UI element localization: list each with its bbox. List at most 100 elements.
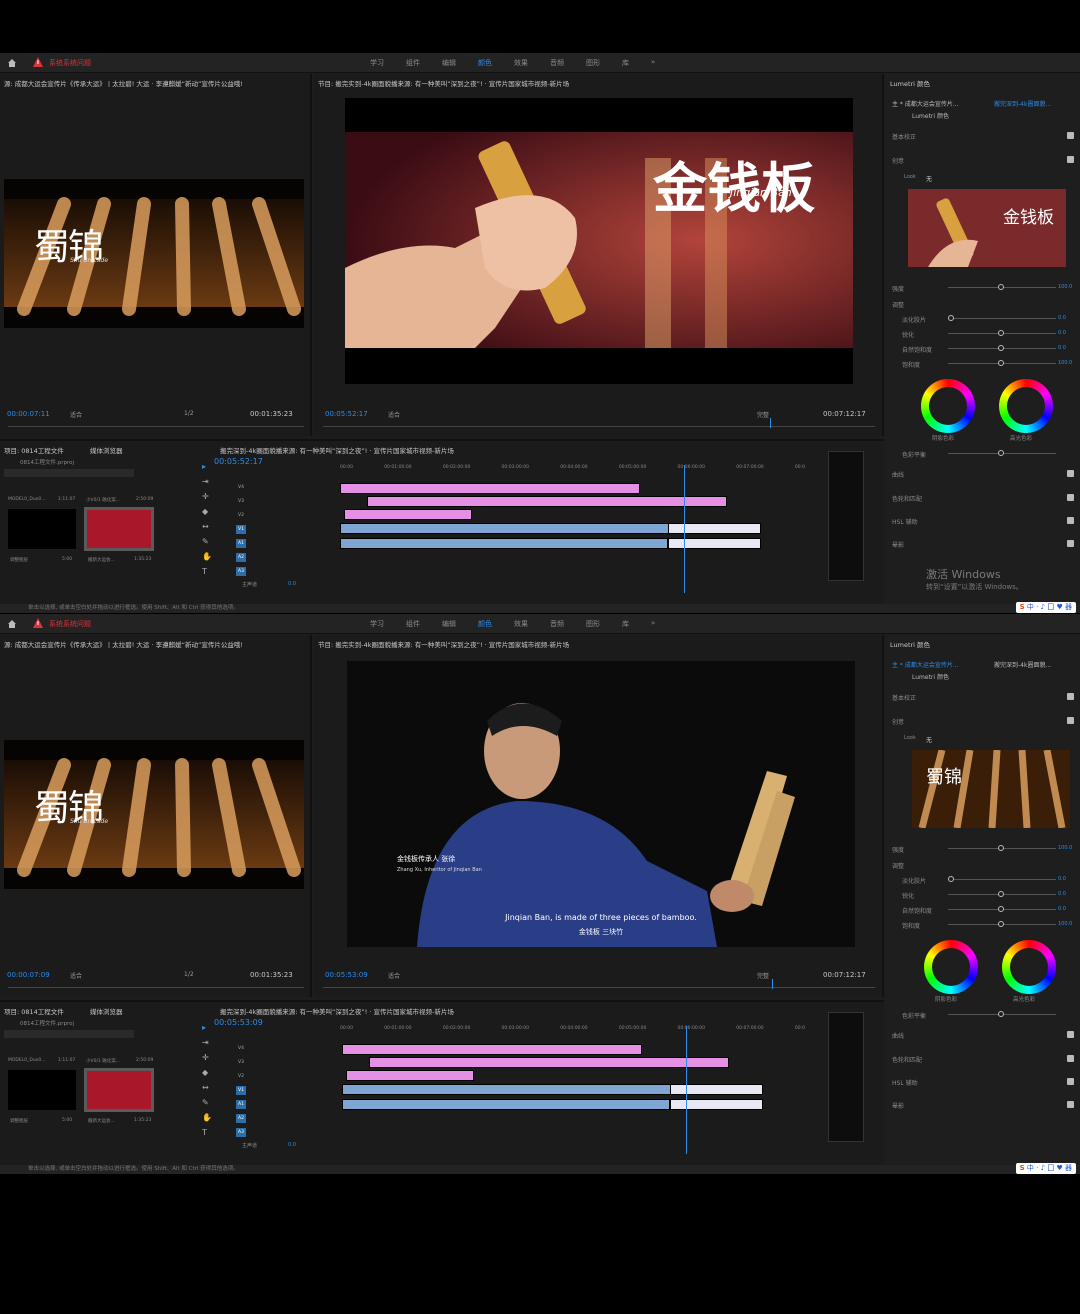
adj-slider-0[interactable] <box>948 315 1056 321</box>
select-tool-icon[interactable]: ▸ <box>202 1020 212 1035</box>
track-v3[interactable]: V3 <box>236 497 246 506</box>
adj-slider-3[interactable] <box>948 360 1056 366</box>
curves-checkbox[interactable] <box>1067 1031 1074 1038</box>
intensity-value[interactable]: 100.0 <box>1058 284 1072 290</box>
master-value[interactable]: 0.0 <box>288 1142 296 1148</box>
more-workspaces-icon[interactable]: » <box>651 619 655 629</box>
track-v2[interactable]: V2 <box>236 511 246 520</box>
track-select-icon[interactable]: ⇥ <box>202 474 212 489</box>
program-fit-select[interactable]: 适合 <box>388 971 400 980</box>
tab-color[interactable]: 颜色 <box>478 58 492 68</box>
program-quality-select[interactable]: 完整 <box>757 971 769 980</box>
creative-header[interactable]: 创意 <box>892 156 904 165</box>
adj-slider-1[interactable] <box>948 330 1056 336</box>
curves-header[interactable]: 曲线 <box>892 1031 904 1040</box>
program-scrubber[interactable] <box>323 419 875 427</box>
pen-tool-icon[interactable]: ✎ <box>202 1095 212 1110</box>
hsl-header[interactable]: HSL 辅助 <box>892 1078 918 1087</box>
tab-graphics[interactable]: 图形 <box>586 619 600 629</box>
project-item-1[interactable]: MODEL0_Duo0... <box>8 1058 46 1063</box>
adj-slider-0[interactable] <box>948 876 1056 882</box>
project-item-2[interactable]: 小V0/1 融化案... <box>86 497 120 503</box>
tab-audio[interactable]: 音频 <box>550 619 564 629</box>
media-browser-tab[interactable]: 媒体浏览器 <box>90 1006 123 1016</box>
program-playhead[interactable] <box>772 979 773 989</box>
razor-tool-icon[interactable]: ◆ <box>202 1065 212 1080</box>
adj-value-0[interactable]: 0.0 <box>1058 876 1066 882</box>
timeline-timecode[interactable]: 00:05:53:09 <box>214 1018 263 1027</box>
system-alert-text[interactable]: 系统系统问题 <box>49 619 91 629</box>
timeline-ruler[interactable]: 00:00 00:01:00:00 00:02:00:00 00:03:00:00 00… <box>340 1026 805 1034</box>
tab-assembly[interactable]: 组件 <box>406 58 420 68</box>
source-scrubber[interactable] <box>8 980 304 988</box>
timeline-timecode[interactable]: 00:05:52:17 <box>214 457 263 466</box>
adj-value-3[interactable]: 100.0 <box>1058 921 1072 927</box>
lumetri-effect-select[interactable]: Lumetri 颜色 <box>912 111 949 120</box>
track-v1[interactable]: V1 <box>236 525 246 534</box>
balance-slider[interactable] <box>948 1011 1056 1017</box>
tab-assembly[interactable]: 组件 <box>406 619 420 629</box>
track-a1[interactable]: A1 <box>236 1100 246 1109</box>
tab-color[interactable]: 颜色 <box>478 619 492 629</box>
curves-header[interactable]: 曲线 <box>892 470 904 479</box>
timeline-title[interactable]: 搬完深到-4k圈面貌播来源: 有一种美叫“深到之夜”! · 宣传片国家城市视频-… <box>220 445 810 455</box>
creative-header[interactable]: 创意 <box>892 717 904 726</box>
warning-icon[interactable] <box>33 57 43 67</box>
adj-slider-2[interactable] <box>948 906 1056 912</box>
basic-correction-checkbox[interactable] <box>1067 693 1074 700</box>
color-match-header[interactable]: 色轮和匹配 <box>892 1055 922 1064</box>
ripple-edit-icon[interactable]: ✛ <box>202 489 212 504</box>
timeline-ruler[interactable]: 00:00 00:01:00:00 00:02:00:00 00:03:00:00 00… <box>340 465 805 473</box>
highlight-tint-wheel[interactable] <box>999 379 1053 433</box>
clip-v4[interactable] <box>340 483 640 494</box>
program-timecode[interactable]: 00:05:52:17 <box>325 410 368 418</box>
master-track[interactable]: 主声道 <box>242 1142 257 1149</box>
look-select[interactable]: 无 <box>926 174 932 183</box>
lumetri-title[interactable]: Lumetri 颜色 <box>890 639 930 649</box>
balance-slider[interactable] <box>948 450 1056 456</box>
lumetri-master-clip[interactable]: 主 * 成都大运会宣传片... <box>892 660 959 669</box>
system-alert-text[interactable]: 系统系统问题 <box>49 58 91 68</box>
hand-tool-icon[interactable]: ✋ <box>202 1110 212 1125</box>
clip-v1-selected[interactable] <box>668 523 761 534</box>
vignette-header[interactable]: 晕影 <box>892 540 904 549</box>
adjustment-layer-thumb[interactable] <box>8 509 76 549</box>
project-search-input[interactable] <box>4 1030 134 1038</box>
sequence-thumb[interactable] <box>84 1068 154 1112</box>
track-v4[interactable]: V4 <box>236 1044 246 1053</box>
slip-tool-icon[interactable]: ↔ <box>202 1080 212 1095</box>
tab-edit[interactable]: 编辑 <box>442 619 456 629</box>
tab-learn[interactable]: 学习 <box>370 619 384 629</box>
project-search-input[interactable] <box>4 469 134 477</box>
razor-tool-icon[interactable]: ◆ <box>202 504 212 519</box>
project-title[interactable]: 项目: 0814工程文件 <box>4 1006 64 1016</box>
sequence-thumb[interactable] <box>84 507 154 551</box>
adj-value-1[interactable]: 0.0 <box>1058 330 1066 336</box>
adj-slider-3[interactable] <box>948 921 1056 927</box>
project-item-1[interactable]: MODEL0_Duo0... <box>8 497 46 502</box>
timeline-playhead[interactable] <box>684 465 685 593</box>
lumetri-master-clip[interactable]: 主 * 成都大运会宣传片... <box>892 99 959 108</box>
color-match-checkbox[interactable] <box>1067 494 1074 501</box>
lumetri-sequence-clip[interactable]: 搬完深到-4k圈面貌... <box>994 660 1051 669</box>
shadow-tint-wheel[interactable] <box>924 940 978 994</box>
clip-v1[interactable] <box>340 523 675 534</box>
source-title[interactable]: 源: 成都大运会宣传片《传承大运》丨太拉碧! 大运 · 李遵麒媛“新动”宣传片公… <box>4 639 304 649</box>
hsl-header[interactable]: HSL 辅助 <box>892 517 918 526</box>
tab-learn[interactable]: 学习 <box>370 58 384 68</box>
basic-correction-checkbox[interactable] <box>1067 132 1074 139</box>
timeline-title[interactable]: 搬完深到-4k圈面貌播来源: 有一种美叫“深到之夜”! · 宣传片国家城市视频-… <box>220 1006 810 1016</box>
program-scrubber[interactable] <box>323 980 875 988</box>
adjust-header[interactable]: 调整 <box>892 300 904 309</box>
source-title[interactable]: 源: 成都大运会宣传片《传承大运》丨太拉碧! 大运 · 李遵麒媛“新动”宣传片公… <box>4 78 304 88</box>
clip-a1[interactable] <box>340 538 668 549</box>
creative-checkbox[interactable] <box>1067 717 1074 724</box>
track-v3[interactable]: V3 <box>236 1058 246 1067</box>
tab-effects[interactable]: 效果 <box>514 619 528 629</box>
timeline-playhead[interactable] <box>686 1026 687 1154</box>
intensity-slider[interactable] <box>948 845 1056 851</box>
source-timecode[interactable]: 00:00:07:11 <box>7 410 50 418</box>
adj-value-2[interactable]: 0.0 <box>1058 345 1066 351</box>
adj-slider-1[interactable] <box>948 891 1056 897</box>
hand-tool-icon[interactable]: ✋ <box>202 549 212 564</box>
